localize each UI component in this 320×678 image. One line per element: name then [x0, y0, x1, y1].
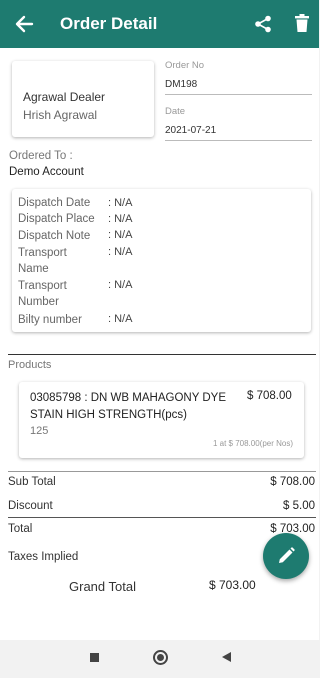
triangle-back-icon[interactable] [222, 652, 231, 662]
subtotal-divider [8, 471, 316, 472]
arrow-left-icon[interactable] [14, 12, 34, 36]
products-label: Products [8, 359, 52, 371]
edit-fab-button[interactable] [263, 533, 309, 579]
grand-total-value: $ 703.00 [209, 578, 256, 592]
ordered-to-value: Demo Account [9, 166, 84, 178]
date-label: Date [165, 106, 186, 117]
dispatch-place-value: : N/A [108, 213, 133, 225]
dispatch-date-value: : N/A [108, 197, 133, 209]
subtotal-label: Sub Total [8, 476, 56, 488]
pencil-icon [279, 547, 295, 563]
bilty-number-value: : N/A [108, 313, 133, 325]
date-value: 2021-07-21 [165, 125, 217, 136]
transport-number-label-line1: Transport [18, 280, 67, 292]
dispatch-note-label: Dispatch Note [18, 230, 91, 242]
product-quantity: 125 [30, 425, 49, 437]
circle-icon[interactable] [153, 650, 168, 665]
order-no-label: Order No [165, 60, 205, 71]
dispatch-note-value: : N/A [108, 229, 133, 241]
discount-value: $ 5.00 [283, 500, 315, 512]
product-card[interactable]: 03085798 : DN WB MAHAGONY DYE STAIN HIGH… [19, 382, 304, 458]
discount-label: Discount [8, 500, 53, 512]
ordered-to-label: Ordered To : [9, 150, 73, 162]
dispatch-date-label: Dispatch Date [18, 197, 91, 209]
trash-icon[interactable] [295, 14, 309, 32]
dealer-name: Agrawal Dealer [23, 90, 106, 104]
square-icon[interactable] [90, 653, 99, 662]
subtotal-value: $ 708.00 [270, 476, 315, 488]
order-no-underline [165, 94, 312, 95]
system-nav-bar [0, 640, 319, 678]
product-price: $ 708.00 [247, 390, 292, 402]
dealer-person: Hrish Agrawal [23, 108, 98, 122]
app-bar: Order Detail [0, 0, 319, 48]
total-label: Total [8, 523, 33, 535]
transport-name-label-line2: Name [18, 263, 49, 275]
dispatch-place-label: Dispatch Place [18, 213, 95, 225]
dispatch-card: Dispatch Date : N/A Dispatch Place : N/A… [12, 189, 311, 332]
product-name: 03085798 : DN WB MAHAGONY DYE STAIN HIGH… [30, 392, 226, 421]
order-no-value: DM198 [165, 79, 198, 90]
grand-total-label: Grand Total [69, 579, 136, 594]
date-underline [165, 140, 312, 141]
product-rate: 1 at $ 708.00(per Nos) [212, 439, 293, 448]
total-divider [8, 517, 316, 518]
bilty-number-label: Bilty number [18, 314, 82, 326]
transport-name-label-line1: Transport [18, 247, 67, 259]
dealer-card: Agrawal Dealer Hrish Agrawal [12, 61, 154, 137]
transport-name-value: : N/A [108, 246, 133, 258]
transport-number-label-line2: Number [18, 296, 59, 308]
products-divider [8, 354, 316, 355]
page-title: Order Detail [60, 14, 158, 33]
share-icon[interactable] [254, 15, 272, 33]
transport-number-value: : N/A [108, 279, 133, 291]
taxes-implied-label: Taxes Implied [8, 551, 79, 563]
